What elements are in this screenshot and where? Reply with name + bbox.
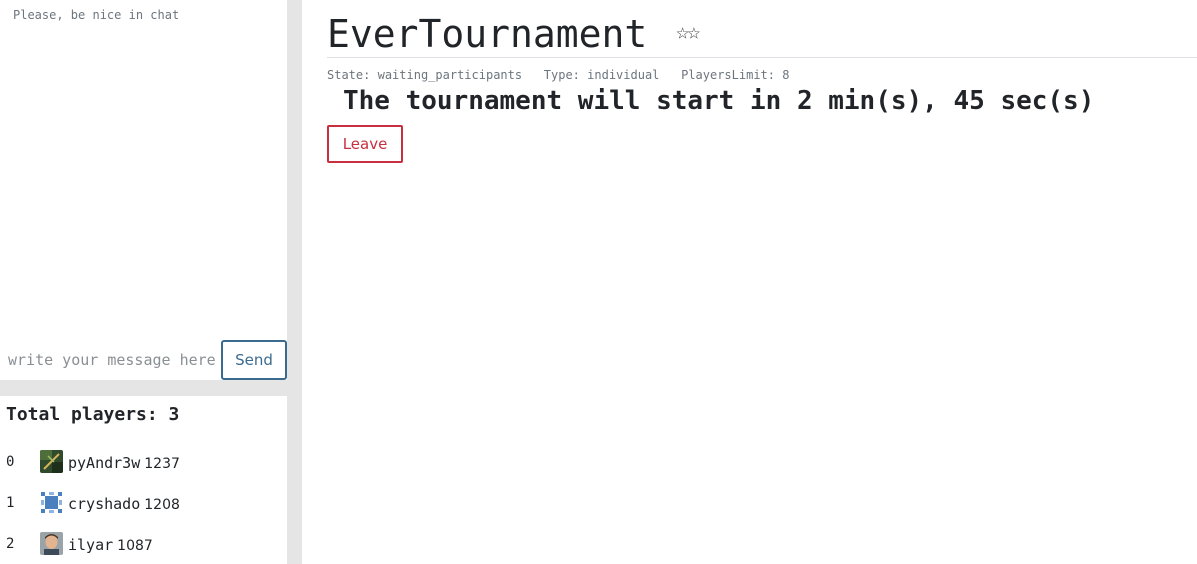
- players-limit-value: 8: [782, 68, 790, 82]
- player-avatar-icon: [40, 491, 63, 514]
- player-row: 1 cryshado 1208: [0, 491, 287, 517]
- tournament-meta: State: waiting_participants Type: indivi…: [327, 68, 789, 82]
- leave-button[interactable]: Leave: [327, 125, 403, 163]
- players-count-title: Total players: 3: [6, 404, 180, 425]
- player-avatar-icon: [40, 450, 63, 473]
- player-avatar-icon: [40, 532, 63, 555]
- players-limit-label: PlayersLimit:: [681, 68, 775, 82]
- chat-panel: Please, be nice in chat Send: [0, 0, 287, 380]
- player-link[interactable]: pyAndr3w 1237: [68, 454, 180, 472]
- title-divider: [327, 57, 1197, 58]
- tournament-title: EverTournament: [327, 12, 648, 56]
- player-index: 1: [6, 495, 15, 511]
- player-link[interactable]: ilyar 1087: [68, 536, 153, 554]
- start-countdown: The tournament will start in 2 min(s), 4…: [343, 86, 1095, 116]
- player-row: 2 ilyar 1087: [0, 532, 287, 558]
- player-rating: 1087: [117, 538, 153, 554]
- player-link[interactable]: cryshado 1208: [68, 495, 180, 513]
- state-value: waiting_participants: [377, 68, 523, 82]
- chat-message-input[interactable]: [0, 341, 221, 379]
- player-rating: 1208: [144, 497, 180, 513]
- player-row: 0 pyAndr3w 1237: [0, 450, 287, 476]
- type-label: Type:: [543, 68, 580, 82]
- left-column: Please, be nice in chat Send Total playe…: [0, 0, 302, 564]
- player-name: cryshado: [68, 495, 141, 513]
- player-rating: 1237: [144, 456, 180, 472]
- player-name: pyAndr3w: [68, 454, 141, 472]
- state-label: State:: [327, 68, 371, 82]
- send-button[interactable]: Send: [221, 340, 287, 380]
- tournament-main: EverTournament ☆☆ State: waiting_partici…: [302, 0, 1197, 564]
- star-icon[interactable]: ☆☆: [676, 20, 700, 45]
- player-name: ilyar: [68, 536, 114, 554]
- player-index: 2: [6, 536, 15, 552]
- players-panel: Total players: 3 0 pyAndr3w 1237 1 crysh…: [0, 396, 287, 564]
- type-value: individual: [587, 68, 660, 82]
- player-index: 0: [6, 454, 15, 470]
- chat-notice: Please, be nice in chat: [13, 8, 180, 22]
